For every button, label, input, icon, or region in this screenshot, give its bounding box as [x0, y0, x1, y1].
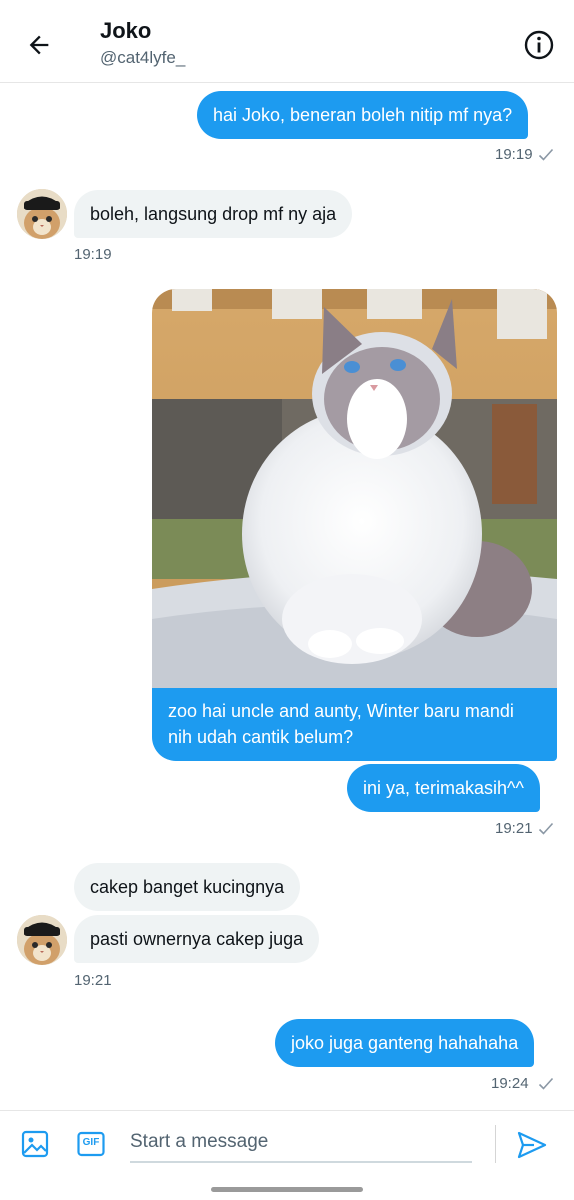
checkmark-icon: [538, 148, 554, 161]
message-bubble-incoming[interactable]: boleh, langsung drop mf ny aja: [74, 190, 353, 238]
send-button[interactable]: [512, 1127, 552, 1163]
conversation-title[interactable]: Joko @cat4lyfe_: [100, 18, 185, 68]
cat-photo: [152, 289, 557, 688]
back-button[interactable]: [22, 28, 56, 62]
image-icon: [21, 1130, 49, 1158]
add-image-button[interactable]: [19, 1128, 51, 1160]
message-image[interactable]: [152, 289, 557, 688]
message-input-wrapper: [130, 1125, 472, 1163]
cat-avatar-icon: [17, 915, 67, 965]
message-bubble-outgoing[interactable]: hai Joko, beneran boleh nitip mf nya?: [197, 91, 529, 139]
send-icon: [517, 1131, 547, 1159]
contact-name: Joko: [100, 18, 152, 43]
composer-divider: [495, 1125, 496, 1163]
gif-label: GIF: [82, 1137, 100, 1148]
info-icon: [524, 30, 554, 60]
conversation-info-button[interactable]: [522, 28, 556, 62]
message-bubble-incoming[interactable]: pasti ownernya cakep juga: [74, 915, 320, 963]
conversation-header: Joko @cat4lyfe_: [0, 0, 574, 83]
message-bubble-incoming[interactable]: cakep banget kucingnya: [74, 863, 301, 911]
message-timestamp: 19:19: [495, 146, 533, 163]
message-image-caption: zoo hai uncle and aunty, Winter baru man…: [152, 688, 557, 761]
arrow-left-icon: [29, 35, 49, 55]
avatar[interactable]: [17, 915, 67, 965]
message-timestamp: 19:21: [74, 972, 112, 989]
message-timestamp: 19:19: [74, 246, 112, 263]
message-bubble-outgoing[interactable]: joko juga ganteng hahahaha: [275, 1019, 535, 1067]
message-timestamp: 19:24: [491, 1075, 529, 1092]
contact-handle: @cat4lyfe_: [100, 48, 186, 67]
checkmark-icon: [538, 1077, 554, 1090]
message-bubble-outgoing[interactable]: ini ya, terimakasih^^: [347, 764, 540, 812]
cat-avatar-icon: [17, 189, 67, 239]
add-gif-button[interactable]: GIF: [75, 1128, 107, 1160]
message-input[interactable]: [130, 1125, 472, 1159]
avatar[interactable]: [17, 189, 67, 239]
gesture-nav-handle[interactable]: [211, 1187, 363, 1192]
message-timestamp: 19:21: [495, 820, 533, 837]
checkmark-icon: [538, 822, 554, 835]
